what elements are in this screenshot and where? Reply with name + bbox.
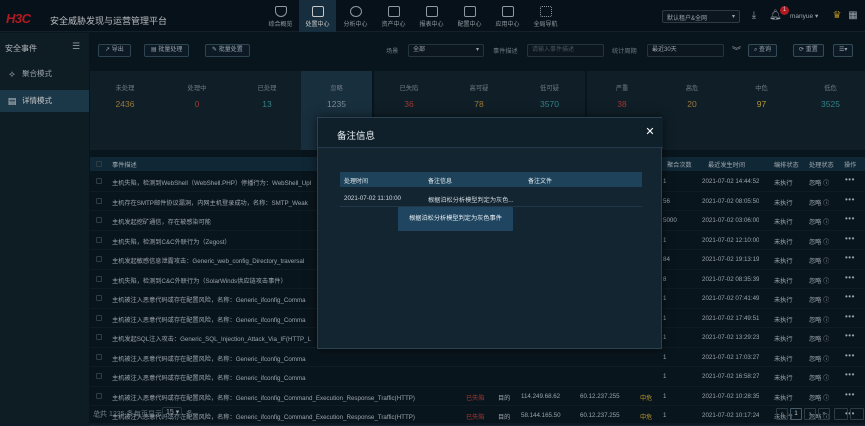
note-tooltip: 根据泊松分析模型判定为灰色事件 [398,207,513,231]
note-time: 2021-07-02 11:10:00 [344,195,401,202]
col-note-file: 备注文件 [528,179,553,185]
modal-header: 备注信息 ✕ [318,118,663,148]
modal-title: 备注信息 [337,131,376,142]
note-text[interactable]: 根据泊松分析模型判定为灰色... [428,195,514,204]
notes-table-header: 处理时间 备注信息 备注文件 [340,172,642,187]
close-icon[interactable]: ✕ [645,126,655,138]
notes-table-row: 2021-07-02 11:10:00 根据泊松分析模型判定为灰色... [340,190,642,207]
col-handle-time: 处理时间 [344,179,369,185]
col-note-info: 备注信息 [428,179,453,185]
notes-modal: 备注信息 ✕ 处理时间 备注信息 备注文件 2021-07-02 11:10:0… [317,117,663,349]
